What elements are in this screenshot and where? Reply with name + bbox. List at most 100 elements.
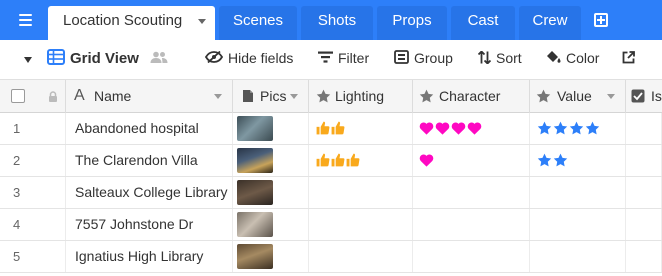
- star-icon[interactable]: [553, 147, 568, 176]
- row-number: 5: [13, 249, 21, 264]
- column-header-lighting[interactable]: Lighting: [309, 80, 413, 113]
- chevron-down-icon[interactable]: [198, 19, 206, 24]
- tab-scenes[interactable]: Scenes: [219, 6, 297, 40]
- tab-crew[interactable]: Crew: [519, 6, 581, 40]
- grid-view-icon: [47, 49, 65, 66]
- column-header-pics[interactable]: Pics: [233, 80, 309, 113]
- value-cell[interactable]: [530, 209, 626, 240]
- sort-button[interactable]: Sort: [478, 40, 522, 80]
- filter-label: Filter: [338, 50, 370, 66]
- hide-eye-icon: [205, 51, 223, 64]
- thumbs-up-icon[interactable]: [331, 115, 345, 144]
- lighting-cell[interactable]: [309, 209, 413, 240]
- pics-cell[interactable]: [233, 177, 309, 208]
- select-all-checkbox[interactable]: [11, 89, 25, 103]
- location-photo-thumbnail[interactable]: [237, 180, 273, 205]
- lighting-cell[interactable]: [309, 145, 413, 176]
- column-header-name[interactable]: A Name: [66, 80, 233, 113]
- name-cell[interactable]: 7557 Johnstone Dr: [66, 209, 233, 240]
- tab-props[interactable]: Props: [377, 6, 447, 40]
- partial-column-cell[interactable]: [626, 209, 662, 240]
- tab-cast[interactable]: Cast: [451, 6, 515, 40]
- heart-icon[interactable]: [451, 115, 466, 144]
- partial-column-cell[interactable]: [626, 241, 662, 272]
- partial-column-cell[interactable]: [626, 113, 662, 144]
- color-label: Color: [566, 50, 600, 66]
- add-table-icon[interactable]: [594, 13, 608, 27]
- color-button[interactable]: Color: [546, 40, 599, 80]
- record-name: 7557 Johnstone Dr: [75, 216, 194, 232]
- table-row[interactable]: 3 Salteaux College Library: [0, 177, 662, 209]
- location-photo-thumbnail[interactable]: [237, 116, 273, 141]
- chevron-down-icon[interactable]: [607, 94, 615, 99]
- thumbs-up-icon[interactable]: [316, 147, 330, 176]
- heart-icon[interactable]: [419, 115, 434, 144]
- hide-fields-label: Hide fields: [228, 50, 294, 66]
- location-photo-thumbnail[interactable]: [237, 212, 273, 237]
- star-icon[interactable]: [553, 115, 568, 144]
- character-cell[interactable]: [413, 145, 530, 176]
- table-tab-bar: Location Scouting Scenes Shots Props Cas…: [0, 0, 662, 40]
- table-row[interactable]: 4 7557 Johnstone Dr: [0, 209, 662, 241]
- star-icon[interactable]: [537, 115, 552, 144]
- tab-shots[interactable]: Shots: [301, 6, 373, 40]
- thumbs-up-icon[interactable]: [331, 147, 345, 176]
- partial-column-cell[interactable]: [626, 145, 662, 176]
- value-cell[interactable]: [530, 145, 626, 176]
- chevron-down-icon[interactable]: [214, 94, 222, 99]
- hide-fields-button[interactable]: Hide fields: [205, 40, 293, 80]
- character-cell[interactable]: [413, 209, 530, 240]
- attachment-icon: [243, 90, 253, 102]
- column-header-value[interactable]: Value: [530, 80, 626, 113]
- tab-label: Shots: [317, 12, 357, 29]
- thumbs-up-icon[interactable]: [346, 147, 360, 176]
- heart-icon[interactable]: [435, 115, 450, 144]
- star-icon[interactable]: [537, 147, 552, 176]
- column-header-partial[interactable]: Is: [626, 80, 662, 113]
- lighting-cell[interactable]: [309, 241, 413, 272]
- group-button[interactable]: Group: [394, 40, 453, 80]
- pics-cell[interactable]: [233, 113, 309, 144]
- pics-cell[interactable]: [233, 145, 309, 176]
- sort-icon: [478, 50, 491, 64]
- star-icon[interactable]: [569, 115, 584, 144]
- collapse-sidebar-icon[interactable]: [24, 57, 32, 63]
- table-row[interactable]: 2 The Clarendon Villa: [0, 145, 662, 177]
- star-icon[interactable]: [585, 115, 600, 144]
- chevron-down-icon[interactable]: [290, 94, 298, 99]
- record-name: The Clarendon Villa: [75, 152, 198, 168]
- table-row[interactable]: 5 Ignatius High Library: [0, 241, 662, 273]
- name-cell[interactable]: The Clarendon Villa: [66, 145, 233, 176]
- name-cell[interactable]: Abandoned hospital: [66, 113, 233, 144]
- value-cell[interactable]: [530, 177, 626, 208]
- name-cell[interactable]: Ignatius High Library: [66, 241, 233, 272]
- share-view-button[interactable]: [622, 40, 640, 80]
- value-cell[interactable]: [530, 241, 626, 272]
- table-row[interactable]: 1 Abandoned hospital: [0, 113, 662, 145]
- location-photo-thumbnail[interactable]: [237, 148, 273, 173]
- lighting-cell[interactable]: [309, 113, 413, 144]
- tab-location-scouting[interactable]: Location Scouting: [48, 6, 215, 40]
- partial-column-cell[interactable]: [626, 177, 662, 208]
- heart-icon[interactable]: [467, 115, 482, 144]
- view-switcher[interactable]: Grid View: [47, 40, 173, 80]
- location-photo-thumbnail[interactable]: [237, 244, 273, 269]
- value-cell[interactable]: [530, 113, 626, 144]
- thumbs-up-icon[interactable]: [316, 115, 330, 144]
- filter-button[interactable]: Filter: [318, 40, 369, 80]
- lighting-cell[interactable]: [309, 177, 413, 208]
- character-cell[interactable]: [413, 177, 530, 208]
- record-name: Ignatius High Library: [75, 248, 204, 264]
- pics-cell[interactable]: [233, 209, 309, 240]
- character-cell[interactable]: [413, 113, 530, 144]
- pics-cell[interactable]: [233, 241, 309, 272]
- heart-icon[interactable]: [419, 147, 434, 176]
- tab-label: Cast: [467, 12, 499, 29]
- character-cell[interactable]: [413, 241, 530, 272]
- column-header-character[interactable]: Character: [413, 80, 530, 113]
- menu-icon[interactable]: [19, 14, 32, 26]
- tab-label: Location Scouting: [63, 12, 183, 29]
- checkbox-field-icon: [631, 89, 645, 103]
- column-partial-label: Is: [651, 88, 662, 104]
- name-cell[interactable]: Salteaux College Library: [66, 177, 233, 208]
